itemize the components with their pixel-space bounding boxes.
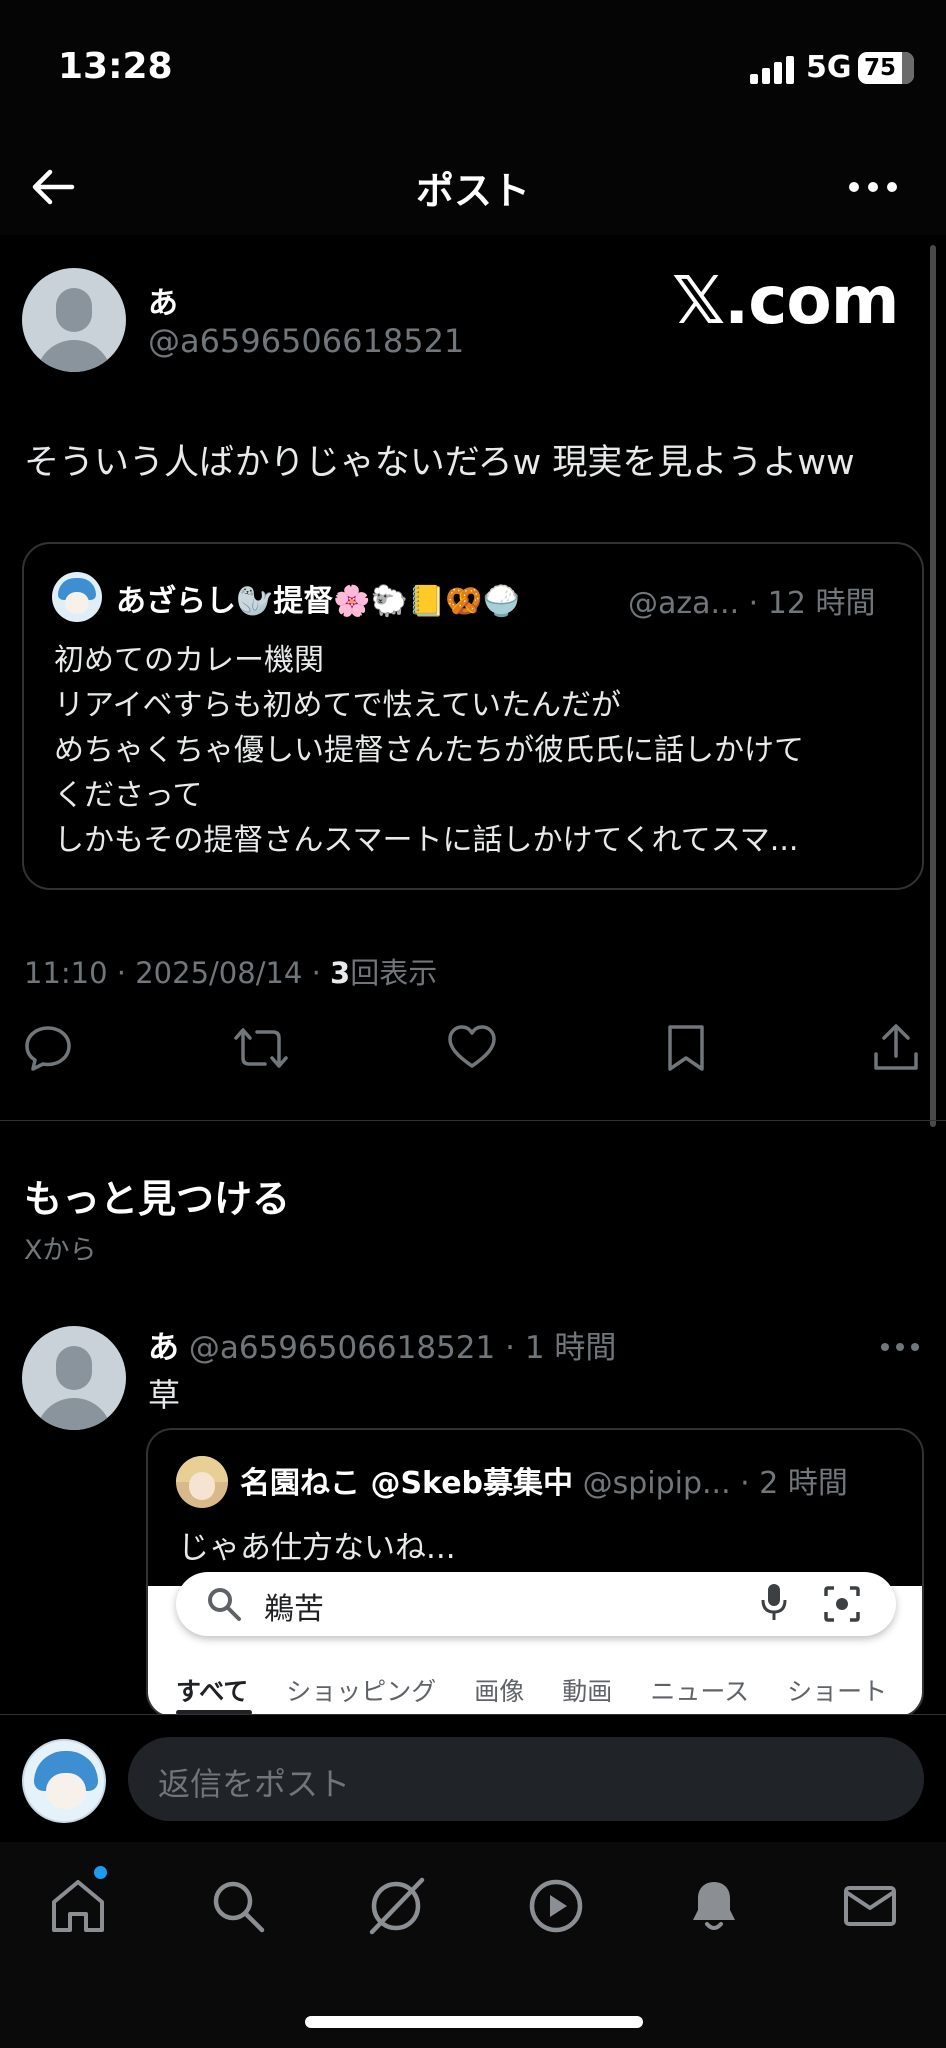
quote2-author-name: 名園ねこ @Skeb募集中: [240, 1466, 574, 1501]
network-label: 5G: [806, 50, 852, 85]
reply-bar: 返信をポスト: [0, 1714, 946, 1842]
post-text: そういう人ばかりじゃないだろw 現実を見ようよww: [24, 443, 855, 483]
grok-icon[interactable]: [366, 1876, 426, 1936]
author-avatar[interactable]: [22, 268, 126, 372]
post2-header[interactable]: あ @a6596506618521 · 1 時間: [148, 1322, 616, 1367]
quote-author-avatar: [52, 572, 102, 622]
reply-input[interactable]: 返信をポスト: [128, 1737, 924, 1821]
home-icon[interactable]: [48, 1876, 108, 1936]
status-time: 13:28: [58, 46, 173, 87]
messages-mail-icon[interactable]: [840, 1876, 900, 1936]
post-timestamp: 11:10 · 2025/08/14 ·: [24, 956, 331, 990]
home-indicator: [305, 2016, 643, 2028]
embedded-tab: 動画: [562, 1677, 613, 1706]
battery-icon: 75: [858, 52, 914, 84]
embedded-tabs: すべて ショッピング 画像 動画 ニュース ショート: [176, 1672, 922, 1708]
embedded-tab: 画像: [474, 1677, 525, 1706]
microphone-icon: [761, 1584, 787, 1620]
battery-level: 75: [863, 55, 896, 81]
action-bar: [0, 1022, 946, 1082]
quote2-text: じゃあ仕方ないね...: [178, 1530, 456, 1566]
quote-text: 初めてのカレー機関 リアイベすらも初めてで怯えていたんだが めちゃくちゃ優しい提…: [54, 638, 910, 863]
search-icon: [208, 1588, 241, 1621]
xcom-watermark: 𝕏.com: [672, 262, 899, 339]
embedded-tab: ショート: [787, 1677, 888, 1706]
quote-line: しかもその提督さんスマートに話しかけてくれてスマ...: [54, 823, 799, 858]
quote-line: リアイベすらも初めてで怯えていたんだが: [54, 688, 621, 723]
home-notification-dot: [94, 1866, 107, 1879]
post2-author-name: あ: [148, 1330, 179, 1366]
quote-line: くださって: [54, 778, 203, 813]
signal-icon: [750, 56, 794, 84]
author-handle[interactable]: @a6596506618521: [148, 322, 464, 360]
discover-title: もっと見つける: [24, 1177, 291, 1221]
discover-subtitle: Xから: [24, 1235, 97, 1266]
status-bar: 13:28 5G 75: [0, 0, 946, 140]
embedded-tab: すべて: [176, 1677, 249, 1706]
embedded-screenshot[interactable]: 鵜苦 すべて ショッピング 画像 動画 ニュース ショート: [148, 1572, 922, 1716]
repost-icon[interactable]: [232, 1022, 290, 1074]
quoted-post[interactable]: あざらし🦭提督🌸🐑📒🥨🍚 @aza... · 12 時間 初めてのカレー機関 リ…: [22, 542, 924, 890]
embedded-search-bar: 鵜苦: [176, 1572, 896, 1636]
quote-author-handle: @aza... · 12 時間: [628, 578, 875, 622]
like-heart-icon[interactable]: [446, 1022, 498, 1074]
quote-time: · 12 時間: [748, 586, 876, 621]
post2-text: 草: [148, 1376, 181, 1414]
quote-line: 初めてのカレー機関: [54, 643, 324, 678]
quote-author-name: あざらし🦭提督🌸🐑📒🥨🍚: [116, 584, 521, 619]
video-play-icon[interactable]: [526, 1876, 586, 1936]
my-avatar[interactable]: [22, 1739, 106, 1823]
quote-line: めちゃくちゃ優しい提督さんたちが彼氏氏に話しかけて: [54, 733, 804, 768]
view-label: 回表示: [350, 956, 438, 990]
post2-quoted-post[interactable]: 名園ねこ @Skeb募集中 @spipip... · 2 時間 じゃあ仕方ないね…: [146, 1428, 924, 1718]
divider: [0, 1120, 946, 1121]
camera-lens-icon: [824, 1586, 860, 1622]
bookmark-icon[interactable]: [660, 1022, 712, 1074]
quote2-author-avatar: [176, 1456, 228, 1508]
quote-handle-text: @aza...: [628, 586, 740, 621]
bottom-nav: [0, 1842, 946, 2048]
quote2-author-handle: @spipip... · 2 時間: [573, 1466, 848, 1501]
scrollbar[interactable]: [930, 245, 936, 1127]
reply-icon[interactable]: [22, 1022, 74, 1074]
search-icon[interactable]: [208, 1876, 268, 1936]
post-meta: 11:10 · 2025/08/14 · 3回表示: [24, 950, 437, 992]
post2-author-handle: @a6596506618521 · 1 時間: [179, 1330, 617, 1366]
share-icon[interactable]: [870, 1022, 922, 1074]
embedded-search-query: 鵜苦: [264, 1592, 324, 1627]
more-options-icon[interactable]: [848, 174, 898, 200]
notifications-bell-icon[interactable]: [684, 1876, 744, 1936]
page-title: ポスト: [415, 169, 530, 213]
quote2-header: 名園ねこ @Skeb募集中 @spipip... · 2 時間: [240, 1458, 848, 1502]
author-name[interactable]: あ: [148, 278, 178, 322]
post2-avatar[interactable]: [22, 1326, 126, 1430]
post2-more-icon[interactable]: [880, 1340, 920, 1354]
view-count: 3: [330, 956, 351, 990]
header: ポスト: [0, 140, 946, 235]
embedded-tab: ショッピング: [286, 1677, 437, 1706]
reply-placeholder: 返信をポスト: [158, 1765, 351, 1803]
embedded-tab: ニュース: [650, 1677, 750, 1706]
